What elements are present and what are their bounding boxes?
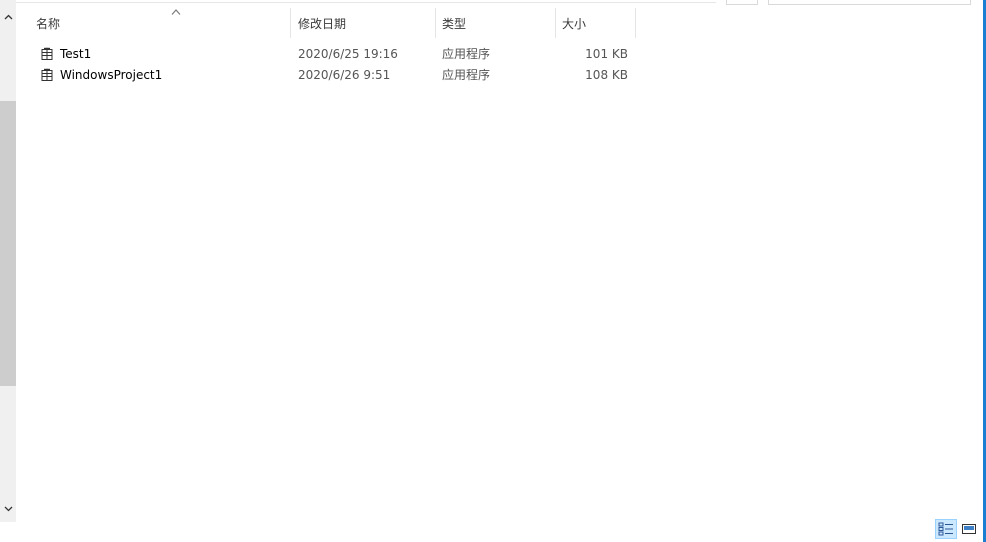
column-type-label: 类型 [442,16,467,31]
details-view-button[interactable] [935,519,957,539]
address-bar-dropdown[interactable] [726,0,758,5]
column-header-size[interactable]: 大小 [556,8,635,38]
vertical-scrollbar[interactable] [0,0,16,522]
large-icons-view-button[interactable] [958,519,980,539]
top-divider [16,2,716,3]
column-header-type[interactable]: 类型 [436,8,555,38]
column-header-date[interactable]: 修改日期 [292,8,435,38]
column-separator[interactable] [290,8,291,38]
search-box[interactable] [768,0,971,5]
file-explorer-pane: 名称 修改日期 类型 大小 Test1 2020/6/25 19:16 应用程序… [0,0,986,542]
file-row[interactable]: WindowsProject1 2020/6/26 9:51 应用程序 108 … [36,64,636,85]
file-name: WindowsProject1 [60,67,163,82]
application-icon [41,68,53,81]
scroll-up-button[interactable] [0,8,16,26]
column-header: 名称 修改日期 类型 大小 [16,8,636,38]
file-date: 2020/6/25 19:16 [298,46,398,61]
chevron-down-icon [4,506,12,512]
file-name-cell: Test1 [40,43,91,64]
column-header-name[interactable]: 名称 [30,8,290,38]
column-separator[interactable] [635,8,636,38]
file-type: 应用程序 [442,47,491,61]
column-size-label: 大小 [562,16,587,31]
file-date: 2020/6/26 9:51 [298,67,391,82]
column-date-label: 修改日期 [298,16,347,31]
scroll-thumb[interactable] [0,101,16,386]
file-size: 101 KB [585,46,628,61]
chevron-up-icon [4,14,12,20]
file-name: Test1 [60,46,92,61]
file-name-cell: WindowsProject1 [40,64,162,85]
details-view-icon [938,522,953,536]
file-type: 应用程序 [442,68,491,82]
column-name-label: 名称 [36,16,61,31]
file-row[interactable]: Test1 2020/6/25 19:16 应用程序 101 KB [36,43,636,64]
application-icon [41,47,53,60]
large-icons-view-icon [962,524,976,534]
scroll-down-button[interactable] [0,500,16,518]
file-size: 108 KB [585,67,628,82]
